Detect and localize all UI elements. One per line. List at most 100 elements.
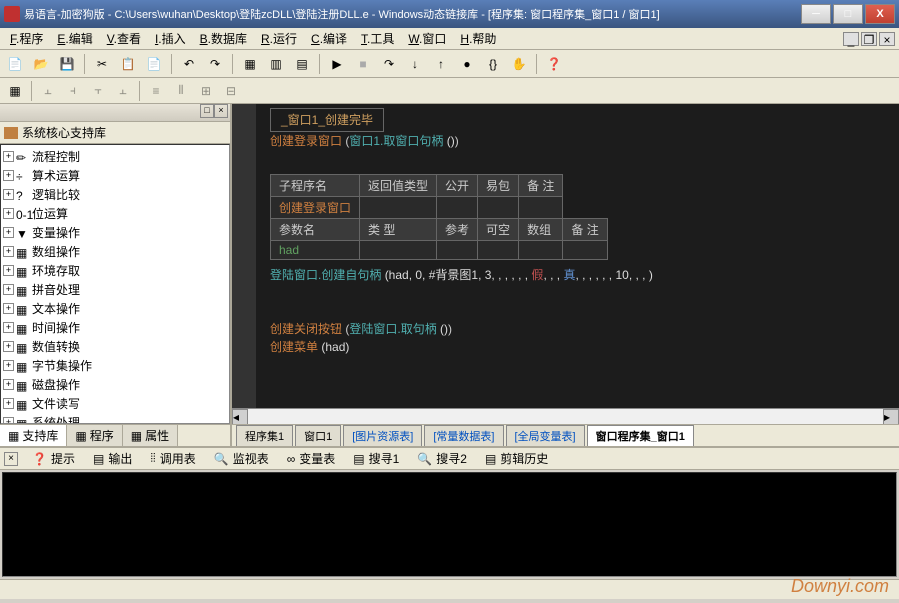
menu-h[interactable]: H.帮助 [454,28,502,49]
tree-node[interactable]: +▦系统处理 [3,413,227,424]
horizontal-scrollbar[interactable]: ◂ ▸ [232,408,899,424]
editor-tab-5[interactable]: 窗口程序集_窗口1 [587,425,694,446]
undo-button[interactable]: ↶ [178,53,200,75]
output-tab-7[interactable]: ▤剪辑历史 [479,448,554,469]
left-tab-2[interactable]: ▦属性 [123,425,178,446]
library-tree[interactable]: +✏流程控制+÷算术运算+?逻辑比较+0-1位运算+▼变量操作+▦数组操作+▦环… [0,144,230,424]
redo-button[interactable]: ↷ [204,53,226,75]
tree-expander-icon[interactable]: + [3,208,14,219]
stop-button[interactable]: ■ [352,53,374,75]
tree-expander-icon[interactable]: + [3,189,14,200]
menu-v[interactable]: V.查看 [101,28,147,49]
cut-button[interactable]: ✂ [91,53,113,75]
save-button[interactable]: 💾 [56,53,78,75]
left-tab-1[interactable]: ▦程序 [67,425,122,446]
align2-icon[interactable]: ⫞ [62,80,84,102]
tree-node[interactable]: +?逻辑比较 [3,185,227,204]
menu-t[interactable]: T.工具 [355,28,400,49]
scroll-left-button[interactable]: ◂ [232,409,248,425]
dist4-icon[interactable]: ⊟ [220,80,242,102]
tree-expander-icon[interactable]: + [3,417,14,424]
tree-node[interactable]: +▦磁盘操作 [3,375,227,394]
editor-tab-1[interactable]: 窗口1 [295,425,341,446]
align1-icon[interactable]: ⫠ [37,80,59,102]
run-button[interactable]: ▶ [326,53,348,75]
tree-expander-icon[interactable]: + [3,322,14,333]
menu-e[interactable]: E.编辑 [51,28,98,49]
tree-node[interactable]: +✏流程控制 [3,147,227,166]
close-button[interactable]: X [865,4,895,24]
output-tab-4[interactable]: ∞变量表 [281,448,342,469]
panel-close-button[interactable]: × [214,104,228,118]
breakpoint-button[interactable]: ● [456,53,478,75]
panel-float-button[interactable]: □ [200,104,214,118]
editor-tab-0[interactable]: 程序集1 [236,425,293,446]
tree-node[interactable]: +▦字节集操作 [3,356,227,375]
dist1-icon[interactable]: ≡ [145,80,167,102]
output-tab-0[interactable]: ❓提示 [26,448,81,469]
code-editor[interactable]: _窗口1_创建完毕 创建登录窗口 (窗口1.取窗口句柄 ()) 子程序名返回值类… [232,104,899,408]
minimize-button[interactable]: ─ [801,4,831,24]
scroll-right-button[interactable]: ▸ [883,409,899,425]
mdi-minimize[interactable]: _ [843,32,859,46]
tree-node[interactable]: +▦拼音处理 [3,280,227,299]
editor-tab-3[interactable]: [常量数据表] [424,425,503,446]
step-into-button[interactable]: ↓ [404,53,426,75]
tree-node[interactable]: +÷算术运算 [3,166,227,185]
hand-button[interactable]: ✋ [508,53,530,75]
output-tab-5[interactable]: ▤搜寻1 [347,448,405,469]
tree-expander-icon[interactable]: + [3,151,14,162]
tree-expander-icon[interactable]: + [3,284,14,295]
grid-icon[interactable]: ▦ [4,80,26,102]
tree-expander-icon[interactable]: + [3,303,14,314]
editor-tab-4[interactable]: [全局变量表] [506,425,585,446]
editor-tab-2[interactable]: [图片资源表] [343,425,422,446]
tree-expander-icon[interactable]: + [3,246,14,257]
dist3-icon[interactable]: ⊞ [195,80,217,102]
tree-expander-icon[interactable]: + [3,341,14,352]
output-tab-1[interactable]: ▤输出 [87,448,138,469]
tree-node[interactable]: +▦数值转换 [3,337,227,356]
menu-f[interactable]: F.程序 [4,28,49,49]
tree-expander-icon[interactable]: + [3,398,14,409]
panel2-button[interactable]: ▥ [265,53,287,75]
tree-node[interactable]: +▦文件读写 [3,394,227,413]
open-button[interactable]: 📂 [30,53,52,75]
step-over-button[interactable]: ↷ [378,53,400,75]
mdi-close[interactable]: × [879,32,895,46]
output-tab-6[interactable]: 🔍搜寻2 [411,448,473,469]
tree-expander-icon[interactable]: + [3,379,14,390]
menu-r[interactable]: R.运行 [255,28,303,49]
align4-icon[interactable]: ⫠ [112,80,134,102]
tree-expander-icon[interactable]: + [3,360,14,371]
menu-w[interactable]: W.窗口 [402,28,452,49]
output-tab-3[interactable]: 🔍监视表 [208,448,275,469]
maximize-button[interactable]: □ [833,4,863,24]
copy-button[interactable]: 📋 [117,53,139,75]
panel1-button[interactable]: ▦ [239,53,261,75]
left-tab-0[interactable]: ▦支持库 [0,425,67,446]
output-tab-2[interactable]: ⦙⦙调用表 [144,448,201,469]
mdi-restore[interactable]: ❐ [861,32,877,46]
tree-node[interactable]: +▦时间操作 [3,318,227,337]
menu-i[interactable]: I.插入 [149,28,192,49]
menu-b[interactable]: B.数据库 [194,28,253,49]
tree-node[interactable]: +▼变量操作 [3,223,227,242]
tree-node[interactable]: +▦文本操作 [3,299,227,318]
tree-node[interactable]: +0-1位运算 [3,204,227,223]
align3-icon[interactable]: ⫟ [87,80,109,102]
tree-expander-icon[interactable]: + [3,170,14,181]
menu-c[interactable]: C.编译 [305,28,353,49]
panel3-button[interactable]: ▤ [291,53,313,75]
tree-expander-icon[interactable]: + [3,227,14,238]
help-button[interactable]: ❓ [543,53,565,75]
tree-expander-icon[interactable]: + [3,265,14,276]
tree-node[interactable]: +▦环境存取 [3,261,227,280]
step-out-button[interactable]: ↑ [430,53,452,75]
paste-button[interactable]: 📄 [143,53,165,75]
brackets-button[interactable]: {} [482,53,504,75]
tree-node[interactable]: +▦数组操作 [3,242,227,261]
output-close-button[interactable]: × [4,452,18,466]
procedure-header[interactable]: _窗口1_创建完毕 [270,108,384,132]
subroutine-table[interactable]: 子程序名返回值类型公开易包备 注 创建登录窗口 参数名类 型参考可空数组备 注 … [270,174,608,260]
